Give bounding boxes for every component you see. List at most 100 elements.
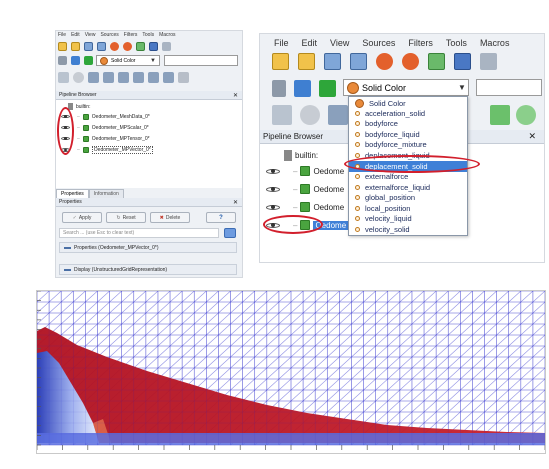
right-menu-tools[interactable]: Tools <box>446 38 467 48</box>
connect-icon[interactable] <box>428 53 445 70</box>
transfer-function-icon[interactable] <box>84 56 93 65</box>
apply-button[interactable]: ✓ Apply <box>62 212 102 223</box>
color-legend-icon[interactable] <box>272 80 286 97</box>
left-menu-macros[interactable]: Macros <box>159 32 175 38</box>
right-menu-view[interactable]: View <box>330 38 349 48</box>
view-minus-x-icon[interactable] <box>103 72 114 83</box>
left-menu-sources[interactable]: Sources <box>100 32 118 38</box>
transfer-function-icon[interactable] <box>319 80 336 97</box>
eye-icon[interactable] <box>266 166 280 176</box>
save-state-icon[interactable] <box>97 42 106 51</box>
dropdown-option[interactable]: velocity_liquid <box>349 214 467 225</box>
mesh-diagonal-line <box>387 356 401 369</box>
mesh-diagonal-line <box>448 334 461 347</box>
view-plus-z-icon[interactable] <box>148 72 159 83</box>
right-tree-root[interactable]: builtin: <box>284 150 318 161</box>
dropdown-option[interactable]: global_position <box>349 193 467 204</box>
arrow-filter-icon[interactable] <box>490 105 510 125</box>
delete-button[interactable]: ✖ Delete <box>150 212 190 223</box>
properties-section-bar[interactable]: Properties (Oedometer_MPVector_0*) <box>59 242 237 253</box>
connect-icon[interactable] <box>136 42 145 51</box>
properties-search-input[interactable]: Search ... (use Esc to clear text) <box>59 228 219 238</box>
tab-information[interactable]: Information <box>88 189 124 198</box>
right-tree-item[interactable]: – Oedome <box>266 184 344 194</box>
left-tree-item[interactable]: – Oedometer_MPTensor_0* <box>61 135 150 142</box>
right-tree-item[interactable]: – Oedome <box>266 166 344 176</box>
left-tree-item[interactable]: – Oedometer_MeshData_0* <box>61 113 150 120</box>
left-tree-item[interactable]: – Oedometer_MPScalar_0* <box>61 124 149 131</box>
right-menu-edit[interactable]: Edit <box>302 38 318 48</box>
rescale-icon[interactable] <box>294 80 311 97</box>
left-menu-tools[interactable]: Tools <box>142 32 154 38</box>
mesh-diagonal-line <box>387 345 401 358</box>
right-component-combo[interactable] <box>476 79 542 96</box>
representation-icon[interactable] <box>58 72 69 83</box>
advanced-properties-icon[interactable] <box>224 228 236 238</box>
help-button[interactable]: ? <box>206 212 236 223</box>
tab-properties[interactable]: Properties <box>56 189 89 198</box>
dropdown-option[interactable]: bodyforce <box>349 119 467 130</box>
mesh-diagonal-line <box>290 356 304 369</box>
glyph-filter-icon[interactable] <box>516 105 536 125</box>
open-folder-icon[interactable] <box>272 53 289 70</box>
left-menu-view[interactable]: View <box>85 32 96 38</box>
view-plus-y-icon[interactable] <box>118 72 129 83</box>
find-data-icon[interactable] <box>162 42 171 51</box>
view-plus-x-icon[interactable] <box>328 105 348 125</box>
left-menu-edit[interactable]: Edit <box>71 32 80 38</box>
dropdown-option[interactable]: externalforce <box>349 172 467 183</box>
close-icon[interactable]: ✕ <box>528 131 536 142</box>
undo-icon[interactable] <box>376 53 393 70</box>
close-icon[interactable]: ✕ <box>233 199 238 206</box>
camera-reset-icon[interactable] <box>300 105 320 125</box>
reset-button[interactable]: ↻ Reset <box>106 212 146 223</box>
open-recent-icon[interactable] <box>71 42 80 51</box>
right-menu-sources[interactable]: Sources <box>362 38 395 48</box>
representation-icon[interactable] <box>272 105 292 125</box>
left-tree-root[interactable]: builtin: <box>68 103 90 110</box>
rescale-icon[interactable] <box>71 56 80 65</box>
eye-icon[interactable] <box>266 184 280 194</box>
find-data-icon[interactable] <box>480 53 497 70</box>
help-icon[interactable] <box>149 42 158 51</box>
left-color-by-combo[interactable]: Solid Color ▼ <box>96 55 160 66</box>
mesh-diagonal-line <box>169 345 183 358</box>
left-menu-file[interactable]: File <box>58 32 66 38</box>
right-menu-file[interactable]: File <box>274 38 289 48</box>
left-component-combo[interactable] <box>164 55 238 66</box>
right-menu-filters[interactable]: Filters <box>408 38 433 48</box>
right-tree-item[interactable]: – Oedome <box>266 202 344 212</box>
view-minus-y-icon[interactable] <box>133 72 144 83</box>
save-data-icon[interactable] <box>324 53 341 70</box>
help-icon[interactable] <box>454 53 471 70</box>
save-data-icon[interactable] <box>84 42 93 51</box>
rotate-icon[interactable] <box>178 72 189 83</box>
open-recent-icon[interactable] <box>298 53 315 70</box>
color-legend-icon[interactable] <box>58 56 67 65</box>
mesh-diagonal-line <box>508 312 522 325</box>
display-section-bar[interactable]: Display (UnstructuredGridRepresentation) <box>59 264 237 275</box>
dropdown-option[interactable]: bodyforce_liquid <box>349 129 467 140</box>
dropdown-option[interactable]: externalforce_liquid <box>349 182 467 193</box>
dropdown-option[interactable]: acceleration_solid <box>349 108 467 119</box>
dropdown-option-label: acceleration_solid <box>365 108 426 118</box>
left-tree-item-selected[interactable]: – Oedometer_MPVector_0* <box>61 146 153 154</box>
undo-icon[interactable] <box>110 42 119 51</box>
dropdown-option[interactable]: velocity_solid <box>349 224 467 235</box>
dropdown-header-item[interactable]: Solid Color <box>349 98 467 108</box>
open-folder-icon[interactable] <box>58 42 67 51</box>
view-minus-z-icon[interactable] <box>163 72 174 83</box>
mesh-diagonal-line <box>290 389 304 402</box>
close-icon[interactable]: ✕ <box>233 92 238 99</box>
eye-icon[interactable] <box>266 202 280 212</box>
dropdown-option[interactable]: bodyforce_mixture <box>349 140 467 151</box>
dropdown-option[interactable]: local_position <box>349 203 467 214</box>
camera-reset-icon[interactable] <box>73 72 84 83</box>
redo-icon[interactable] <box>402 53 419 70</box>
right-color-by-combo[interactable]: Solid Color ▼ <box>343 79 469 96</box>
view-plus-x-icon[interactable] <box>88 72 99 83</box>
left-menu-filters[interactable]: Filters <box>124 32 138 38</box>
redo-icon[interactable] <box>123 42 132 51</box>
right-menu-macros[interactable]: Macros <box>480 38 510 48</box>
save-state-icon[interactable] <box>350 53 367 70</box>
